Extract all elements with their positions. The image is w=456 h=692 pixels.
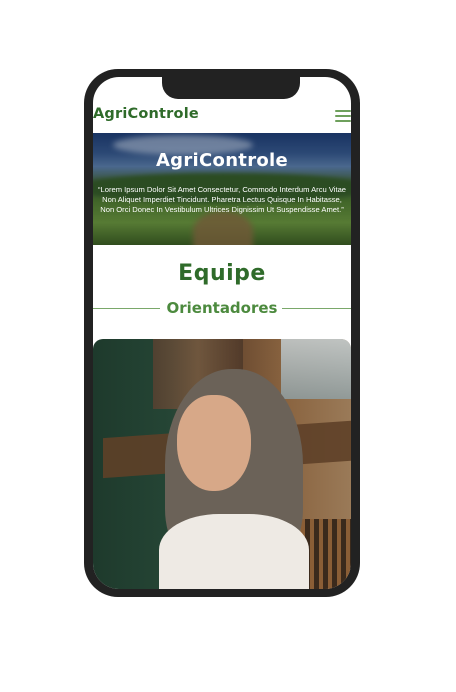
team-title: Equipe — [178, 261, 266, 286]
brand-logo[interactable]: AgriControle — [93, 106, 199, 122]
photo-face — [177, 395, 251, 491]
photo-shirt — [159, 514, 309, 589]
hero-banner: AgriControle “Lorem Ipsum Dolor Sit Amet… — [93, 133, 351, 245]
photo-window — [281, 339, 351, 399]
phone-screen: AgriControle AgriControle “Lorem Ipsum D… — [93, 77, 351, 589]
hamburger-line — [335, 110, 351, 112]
subtitle-row: Orientadores — [93, 299, 351, 319]
hamburger-line — [335, 120, 351, 122]
hamburger-menu-icon[interactable] — [335, 110, 351, 122]
divider-right — [282, 308, 351, 309]
phone-frame: AgriControle AgriControle “Lorem Ipsum D… — [84, 69, 360, 597]
team-member-photo — [93, 339, 351, 589]
hero-quote: “Lorem Ipsum Dolor Sit Amet Consectetur,… — [97, 185, 347, 214]
phone-notch — [162, 77, 300, 99]
hero-title: AgriControle — [155, 150, 289, 171]
navbar: AgriControle — [93, 104, 351, 126]
hamburger-line — [335, 115, 351, 117]
